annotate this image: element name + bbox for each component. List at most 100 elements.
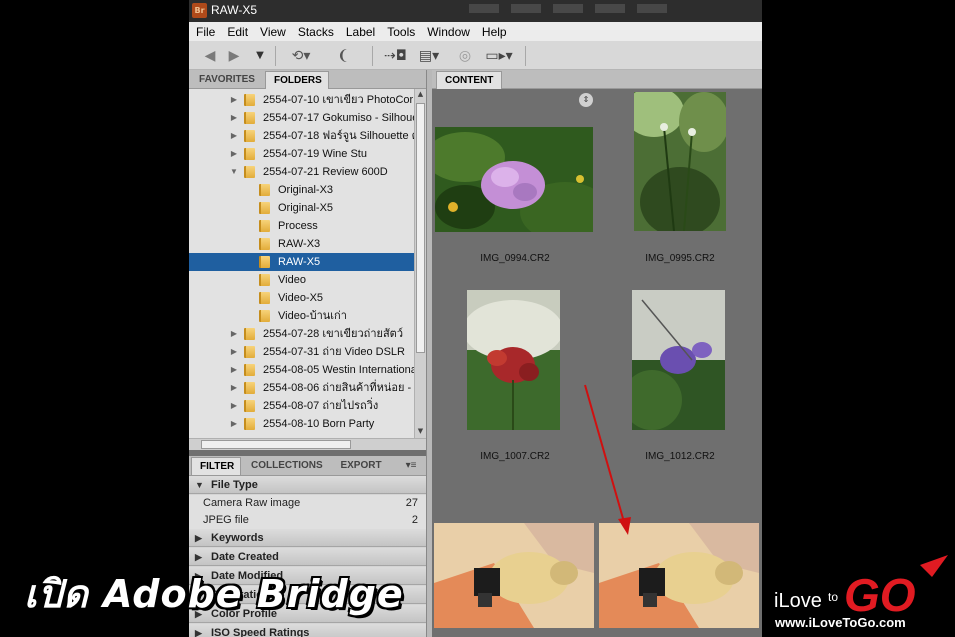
menu-stacks[interactable]: Stacks	[298, 25, 334, 39]
menu-label[interactable]: Label	[346, 25, 375, 39]
collapsed-triangle-icon: ▶	[195, 533, 202, 543]
svg-text:iLove: iLove	[774, 590, 822, 612]
window-title: RAW-X5	[211, 3, 258, 17]
tree-item[interactable]: ▶ 2554-07-28 เขาเขียวถ่ายสัตว์	[189, 325, 414, 343]
content-tab-bar: CONTENT	[432, 70, 762, 89]
tab-export[interactable]: EXPORT	[331, 457, 391, 475]
tree-item[interactable]: RAW-X5	[189, 253, 414, 271]
screenshot-stage: Br RAW-X5 File Edit View Stacks Label To…	[0, 0, 955, 637]
title-bar-ghost	[469, 4, 729, 17]
menu-edit[interactable]: Edit	[227, 25, 248, 39]
tree-item[interactable]: RAW-X3	[189, 235, 414, 253]
filter-item-name: Camera Raw image	[203, 497, 301, 509]
collapsed-triangle-icon[interactable]: ▶	[229, 361, 239, 379]
get-photos-camera-icon[interactable]: ⇢◘	[384, 47, 407, 65]
filter-item[interactable]: Camera Raw image 27	[189, 495, 426, 512]
menu-tools[interactable]: Tools	[387, 25, 415, 39]
tree-item-label: RAW-X3	[278, 238, 321, 250]
tree-item[interactable]: Video-บ้านเก่า	[189, 307, 414, 325]
tree-item-label: 2554-07-21 Review 600D	[263, 166, 388, 178]
tree-item-label: Original-X5	[278, 202, 334, 214]
tree-item[interactable]: ▶ 2554-07-17 Gokumiso - Silhouet	[189, 109, 414, 127]
tree-horizontal-scrollbar[interactable]	[189, 438, 426, 450]
folder-icon	[244, 112, 255, 124]
tree-vertical-scrollbar[interactable]: ▲ ▼	[414, 89, 426, 438]
tree-item[interactable]: ▶ 2554-08-05 Westin Internationa	[189, 361, 414, 379]
collapsed-triangle-icon[interactable]: ▶	[229, 91, 239, 109]
folder-icon	[259, 310, 270, 322]
recent-dropdown-icon[interactable]: ▼	[253, 47, 267, 65]
tree-item[interactable]: Video-X5	[189, 289, 414, 307]
folder-icon	[259, 184, 270, 196]
filter-file-type-header[interactable]: ▼ File Type	[189, 476, 426, 494]
tree-item[interactable]: Video	[189, 271, 414, 289]
scroll-up-arrow-icon[interactable]: ▲	[416, 90, 425, 100]
folder-icon	[244, 400, 255, 412]
collapsed-triangle-icon[interactable]: ▶	[229, 127, 239, 145]
tab-favorites[interactable]: FAVORITES	[191, 71, 263, 89]
panel-menu-icon[interactable]: ▾≡	[399, 457, 423, 475]
collapsed-triangle-icon[interactable]: ▶	[229, 415, 239, 433]
filter-section-header[interactable]: ▶ Keywords	[189, 529, 426, 547]
folder-icon	[244, 346, 255, 358]
collapsed-triangle-icon[interactable]: ▶	[229, 325, 239, 343]
tab-collections[interactable]: COLLECTIONS	[243, 457, 329, 475]
toolbar-separator	[275, 46, 276, 66]
svg-text:to: to	[828, 590, 838, 604]
top-panel-tabs: FAVORITES FOLDERS	[189, 70, 426, 89]
filter-section-header[interactable]: ▶ ISO Speed Ratings	[189, 624, 426, 637]
output-icon[interactable]: ▭▸▾	[484, 47, 514, 65]
folder-icon	[259, 274, 270, 286]
tree-item[interactable]: ▶ 2554-07-31 ถ่าย Video DSLR	[189, 343, 414, 361]
collapsed-triangle-icon[interactable]: ▶	[229, 145, 239, 163]
tree-item-label: Process	[278, 220, 318, 232]
tree-item[interactable]: ▼ 2554-07-21 Review 600D	[189, 163, 414, 181]
content-grid: ⇕ IMG_0994.CR2 IMG_0995.CR2 IMG_1007.CR2…	[432, 89, 762, 637]
collapsed-triangle-icon[interactable]: ▶	[229, 397, 239, 415]
refine-icon[interactable]: ▤▾	[415, 47, 443, 65]
tree-item-label: RAW-X5	[278, 256, 321, 268]
forward-arrow-icon[interactable]: ▶	[225, 47, 243, 65]
tree-item-label: 2554-08-05 Westin Internationa	[263, 364, 414, 376]
tree-item[interactable]: Original-X3	[189, 181, 414, 199]
folder-icon	[244, 148, 255, 160]
tab-content[interactable]: CONTENT	[436, 71, 503, 89]
tab-folders[interactable]: FOLDERS	[265, 71, 329, 89]
back-arrow-icon[interactable]: ◀	[201, 47, 219, 65]
tab-filter[interactable]: FILTER	[191, 457, 241, 475]
scroll-down-arrow-icon[interactable]: ▼	[416, 427, 425, 437]
tree-item[interactable]: ▶ 2554-08-07 ถ่ายไปรถวิ่ง	[189, 397, 414, 415]
collapsed-triangle-icon[interactable]: ▶	[229, 379, 239, 397]
menu-help[interactable]: Help	[482, 25, 507, 39]
menu-window[interactable]: Window	[427, 25, 470, 39]
folder-icon	[244, 94, 255, 106]
filter-item[interactable]: JPEG file 2	[189, 512, 426, 529]
svg-text:GO: GO	[844, 569, 916, 621]
tree-item-label: Video-บ้านเก่า	[278, 310, 347, 322]
tree-item[interactable]: ▶ 2554-08-06 ถ่ายสินค้าที่หน่อย - เ	[189, 379, 414, 397]
bridge-window: Br RAW-X5 File Edit View Stacks Label To…	[189, 0, 762, 637]
tree-item[interactable]: ▶ 2554-07-18 ฟอร์จูน Silhouette ต	[189, 127, 414, 145]
expanded-triangle-icon: ▼	[195, 480, 204, 490]
boomerang-icon[interactable]: ❨	[334, 47, 352, 65]
tree-item[interactable]: Original-X5	[189, 199, 414, 217]
filter-section-label: File Type	[211, 479, 258, 491]
collapsed-triangle-icon: ▶	[195, 628, 202, 637]
open-camera-raw-icon[interactable]: ◎	[456, 47, 474, 65]
tree-item[interactable]: ▶ 2554-07-19 Wine Stu	[189, 145, 414, 163]
bridge-app-icon: Br	[192, 3, 207, 18]
tree-item[interactable]: ▶ 2554-07-10 เขาเขียว PhotoCorn	[189, 91, 414, 109]
tree-item[interactable]: ▶ 2554-08-10 Born Party	[189, 415, 414, 433]
reveal-recent-icon[interactable]: ⟲▾	[287, 47, 315, 65]
tree-item-label: 2554-08-06 ถ่ายสินค้าที่หน่อย - เ	[263, 382, 414, 394]
menu-file[interactable]: File	[196, 25, 215, 39]
scroll-thumb[interactable]	[201, 440, 351, 449]
menu-view[interactable]: View	[260, 25, 286, 39]
folder-icon	[244, 328, 255, 340]
folder-icon	[244, 130, 255, 142]
tree-item[interactable]: Process	[189, 217, 414, 235]
collapsed-triangle-icon[interactable]: ▶	[229, 109, 239, 127]
scroll-thumb[interactable]	[416, 103, 425, 353]
collapsed-triangle-icon[interactable]: ▶	[229, 343, 239, 361]
expanded-triangle-icon[interactable]: ▼	[229, 163, 239, 181]
